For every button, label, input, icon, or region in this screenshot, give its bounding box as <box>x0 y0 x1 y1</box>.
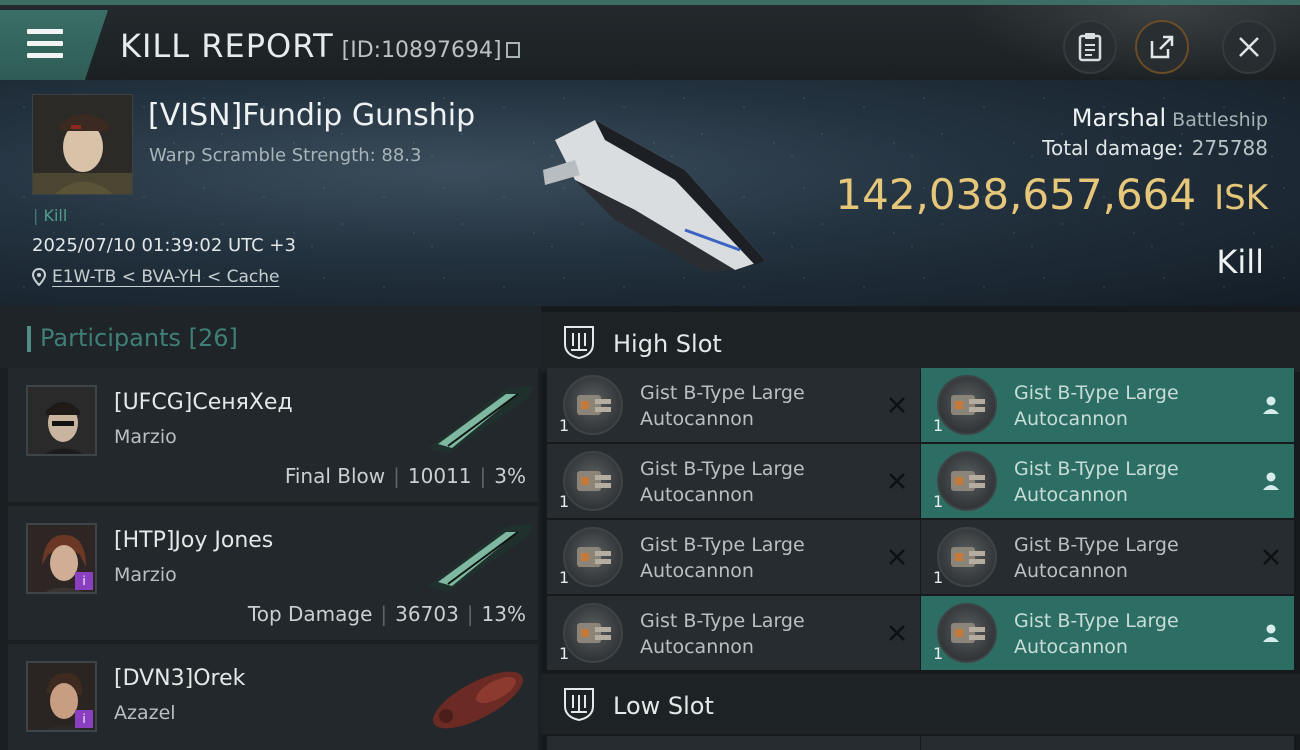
victim-name: [VISN]Fundip Gunship <box>148 98 476 133</box>
participant-card[interactable]: i [DVN3]Orek Azazel <box>8 644 538 750</box>
close-icon <box>1239 37 1259 57</box>
info-badge-icon: i <box>75 710 93 728</box>
module-name: Gist B-Type Large Autocannon <box>640 382 805 430</box>
page-title: KILL REPORT [ID:10897694] <box>120 27 520 65</box>
person-icon <box>1263 624 1279 642</box>
close-button[interactable] <box>1222 20 1276 74</box>
low-slot-header: Low Slot <box>541 674 1300 734</box>
low-slot-module-partial <box>921 736 1294 750</box>
fitting-panel: High Slot 1 Gist B-Type Large Autocannon 1 G… <box>541 306 1300 750</box>
autocannon-icon <box>563 375 623 435</box>
module-quantity: 1 <box>559 644 570 663</box>
low-slot-icon <box>564 688 594 722</box>
high-slot-label: High Slot <box>613 330 722 358</box>
destroyed-x-icon <box>889 473 905 489</box>
module-item[interactable]: 1 Gist B-Type Large Autocannon <box>547 444 920 518</box>
autocannon-icon <box>563 603 623 663</box>
person-icon <box>1263 396 1279 414</box>
module-name: Gist B-Type Large Autocannon <box>1014 610 1179 658</box>
participants-label: Participants [26] <box>40 324 238 352</box>
autocannon-icon <box>937 451 997 511</box>
location-pin-icon <box>32 268 46 286</box>
kill-id: [ID:10897694] <box>341 38 502 63</box>
participant-ship-image <box>428 524 533 592</box>
kill-location[interactable]: E1W-TB < BVA-YH < Cache <box>32 267 280 287</box>
module-name: Gist B-Type Large Autocannon <box>640 610 805 658</box>
participant-avatar <box>26 385 97 456</box>
victim-avatar[interactable] <box>32 94 133 195</box>
total-damage: Total damage: 275788 <box>1042 136 1268 160</box>
participant-name: [DVN3]Orek <box>114 666 246 691</box>
participant-ship: Marzio <box>114 426 177 448</box>
autocannon-icon <box>563 527 623 587</box>
hamburger-icon <box>27 29 63 59</box>
victim-summary: Marshal Battleship Total damage: 275788 14… <box>835 104 1268 219</box>
participant-stats: Final Blow | 10011 | 3% <box>284 464 526 488</box>
low-slot-module-partial <box>547 736 920 750</box>
person-icon <box>1263 472 1279 490</box>
low-slot-label: Low Slot <box>613 692 714 720</box>
victim-panel: [VISN]Fundip Gunship Warp Scramble Stren… <box>0 80 1300 306</box>
isk-value: 142,038,657,664 ISK <box>835 170 1268 219</box>
module-item[interactable]: 1 Gist B-Type Large Autocannon <box>547 520 920 594</box>
destroyed-x-icon <box>889 625 905 641</box>
module-quantity: 1 <box>933 416 944 435</box>
share-button[interactable] <box>1135 20 1189 74</box>
participant-ship: Azazel <box>114 702 176 724</box>
autocannon-icon <box>563 451 623 511</box>
module-quantity: 1 <box>933 644 944 663</box>
destroyed-x-icon <box>889 397 905 413</box>
ship-class: Marshal Battleship <box>1071 104 1268 132</box>
copy-icon[interactable] <box>505 42 520 58</box>
module-item[interactable]: 1 Gist B-Type Large Autocannon <box>921 444 1294 518</box>
share-icon <box>1150 35 1174 59</box>
high-slot-header: High Slot <box>541 312 1300 372</box>
clipboard-button[interactable] <box>1063 20 1117 74</box>
participant-name: [UFCG]СеняХед <box>114 390 293 415</box>
menu-button[interactable] <box>0 10 108 82</box>
module-item[interactable]: 1 Gist B-Type Large Autocannon <box>921 596 1294 670</box>
autocannon-icon <box>937 527 997 587</box>
destroyed-x-icon <box>889 549 905 565</box>
participant-card[interactable]: i [HTP]Joy Jones Marzio Top Damage | 36703… <box>8 506 538 640</box>
location-text[interactable]: E1W-TB < BVA-YH < Cache <box>52 267 280 287</box>
participant-avatar: i <box>26 523 97 594</box>
module-name: Gist B-Type Large Autocannon <box>1014 458 1179 506</box>
title-text: KILL REPORT <box>120 27 334 65</box>
participant-stats: Top Damage | 36703 | 13% <box>247 602 526 626</box>
title-bar: KILL REPORT [ID:10897694] <box>0 0 1300 85</box>
module-item[interactable]: 1 Gist B-Type Large Autocannon <box>547 596 920 670</box>
participant-avatar: i <box>26 661 97 732</box>
participant-ship: Marzio <box>114 564 177 586</box>
victim-ship-image <box>543 120 765 272</box>
module-name: Gist B-Type Large Autocannon <box>640 534 805 582</box>
module-name: Gist B-Type Large Autocannon <box>640 458 805 506</box>
kill-datetime: 2025/07/10 01:39:02 UTC +3 <box>32 235 296 256</box>
high-slot-icon <box>564 326 594 360</box>
module-item[interactable]: 1 Gist B-Type Large Autocannon <box>921 368 1294 442</box>
module-quantity: 1 <box>559 568 570 587</box>
module-quantity: 1 <box>559 492 570 511</box>
module-quantity: 1 <box>559 416 570 435</box>
participants-header: Participants [26] <box>0 306 541 368</box>
warp-scramble-strength: Warp Scramble Strength: 88.3 <box>149 145 422 166</box>
participant-name: [HTP]Joy Jones <box>114 528 274 553</box>
participant-ship-image <box>428 386 533 454</box>
autocannon-icon <box>937 375 997 435</box>
destroyed-x-icon <box>1263 549 1279 565</box>
module-item[interactable]: 1 Gist B-Type Large Autocannon <box>547 368 920 442</box>
autocannon-icon <box>937 603 997 663</box>
participant-ship-image <box>433 671 523 729</box>
participant-card[interactable]: [UFCG]СеняХед Marzio Final Blow | 10011 | 3% <box>8 368 538 502</box>
participants-panel: Participants [26] [UFCG]СеняХед Marzio F… <box>0 306 541 750</box>
info-badge-icon: i <box>75 572 93 590</box>
clipboard-icon <box>1078 33 1102 62</box>
kill-tag: | Kill <box>33 206 68 225</box>
report-type: Kill <box>1216 243 1264 281</box>
module-name: Gist B-Type Large Autocannon <box>1014 534 1179 582</box>
module-quantity: 1 <box>933 492 944 511</box>
module-item[interactable]: 1 Gist B-Type Large Autocannon <box>921 520 1294 594</box>
module-quantity: 1 <box>933 568 944 587</box>
module-name: Gist B-Type Large Autocannon <box>1014 382 1179 430</box>
